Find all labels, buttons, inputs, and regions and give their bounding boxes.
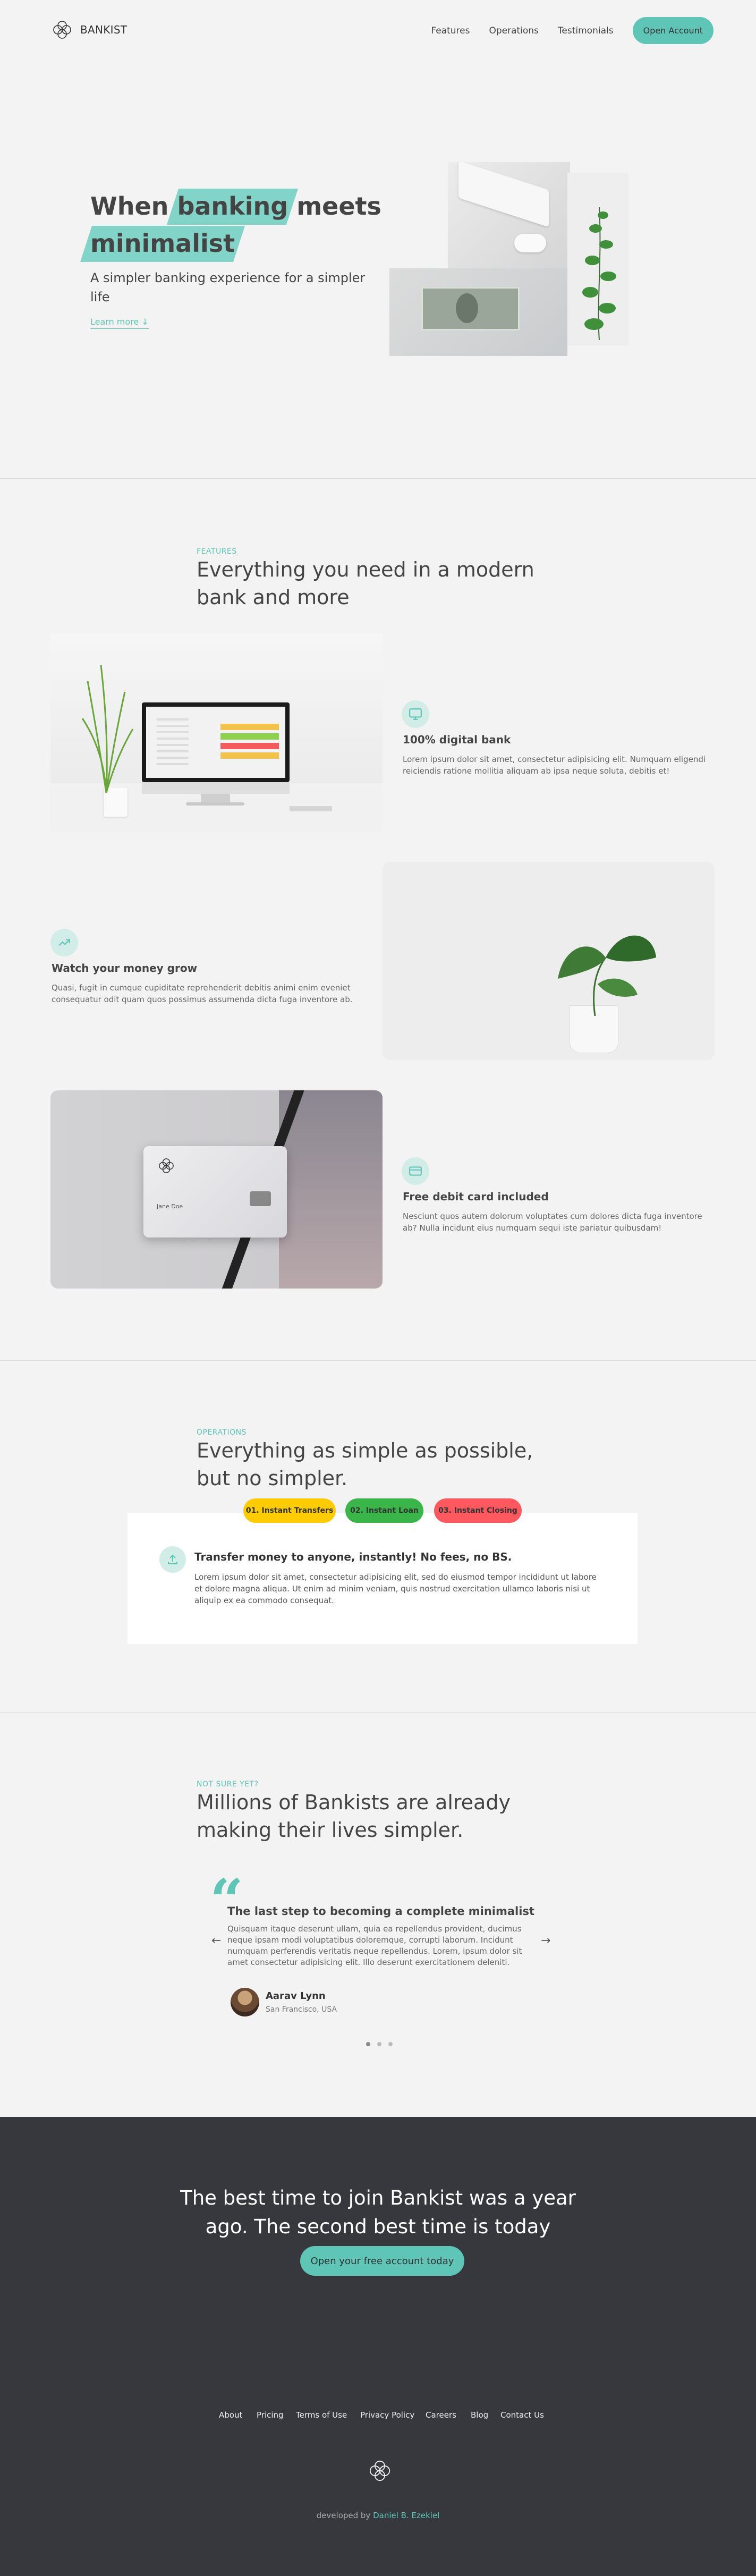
card-holder-name: Jane Doe: [157, 1203, 183, 1210]
footer-link-contact[interactable]: Contact Us: [500, 2410, 544, 2420]
bankist-logo-icon: [53, 21, 71, 39]
operations-label: Operations: [197, 1428, 247, 1437]
logo[interactable]: BANKIST: [50, 18, 127, 41]
slider-dot[interactable]: [377, 2042, 381, 2046]
debit-card-image: Jane Doe: [50, 1090, 383, 1289]
signup-title-line: The best time to join Bankist was a year: [180, 2187, 576, 2209]
feature-text-card: Nesciunt quos autem dolorum voluptates c…: [403, 1211, 702, 1233]
credit-text: developed by: [316, 2511, 373, 2520]
footer-link-pricing[interactable]: Pricing: [257, 2410, 284, 2420]
operation-content-text: Lorem ipsum dolor sit amet, consectetur …: [194, 1572, 597, 1605]
signup-title: The best time to join Bankist was a year…: [0, 2184, 756, 2241]
hero-title-part: meets: [288, 192, 381, 221]
footer-link-privacy[interactable]: Privacy Policy: [360, 2410, 414, 2420]
signup-title-line: ago. The second best time is today: [205, 2215, 551, 2238]
hero-title-part: When: [90, 192, 177, 221]
operation-content-title: Transfer money to anyone, instantly! No …: [194, 1550, 512, 1563]
credit-card-icon: [409, 1166, 422, 1176]
nav-link-features[interactable]: Features: [431, 26, 470, 36]
nav-link-operations[interactable]: Operations: [489, 26, 538, 36]
features-label: Features: [197, 547, 237, 556]
section-divider: [0, 478, 756, 479]
section-divider: [0, 1712, 756, 1713]
logo-text: BANKIST: [80, 23, 128, 36]
testimonial-author: Aarav Lynn: [266, 1990, 326, 2002]
feature-icon-wrapper: [50, 929, 78, 956]
avatar: [231, 1988, 259, 2016]
testimonial-text: Quisquam itaque deserunt ullam, quia ea …: [227, 1924, 522, 1967]
slider-next-button[interactable]: →: [541, 1934, 550, 1947]
feature-text-digital: Lorem ipsum dolor sit amet, consectetur …: [403, 755, 706, 776]
footer-link-blog[interactable]: Blog: [471, 2410, 488, 2420]
footer-link-terms[interactable]: Terms of Use: [296, 2410, 347, 2420]
section-divider: [0, 1360, 756, 1361]
hero-highlight-minimalist: minimalist: [90, 225, 235, 262]
footer-link-about[interactable]: About: [219, 2410, 242, 2420]
top-navigation: BANKIST Features Operations Testimonials…: [0, 0, 756, 63]
hero-image: [389, 159, 628, 356]
nav-link-testimonials[interactable]: Testimonials: [558, 26, 614, 36]
tab-instant-transfers[interactable]: 01. Instant Transfers: [243, 1498, 336, 1523]
testimonial-location: San Francisco, USA: [266, 2005, 337, 2014]
open-account-button[interactable]: Open Account: [632, 17, 713, 44]
footer-credit: developed by Daniel B. Ezekiel: [0, 2511, 756, 2520]
hero-highlight-banking: banking: [177, 188, 288, 225]
feature-title-grow: Watch your money grow: [52, 962, 198, 975]
monitor-icon: [409, 708, 422, 720]
hero-title: When banking meets minimalist: [90, 188, 388, 262]
testimonials-label: Not sure yet?: [197, 1780, 259, 1789]
footer-link-careers[interactable]: Careers: [426, 2410, 456, 2420]
operations-title: Everything as simple as possible, but no…: [197, 1439, 533, 1490]
upload-icon: [168, 1554, 177, 1564]
feature-title-card: Free debit card included: [403, 1190, 549, 1203]
learn-more-link[interactable]: Learn more ↓: [90, 317, 149, 329]
feature-icon-wrapper: [402, 1157, 429, 1185]
digital-bank-image: [50, 633, 383, 832]
tab-instant-loan[interactable]: 02. Instant Loan: [345, 1498, 423, 1523]
open-free-account-button[interactable]: Open your free account today: [300, 2246, 464, 2276]
slider-dot-active[interactable]: [366, 2042, 370, 2046]
trending-up-icon: [58, 939, 70, 946]
slider-prev-button[interactable]: ←: [211, 1934, 221, 1947]
feature-icon-wrapper: [402, 700, 429, 728]
quote-mark: “: [210, 1866, 244, 1935]
features-title: Everything you need in a modern bank and…: [197, 558, 534, 609]
feature-text-grow: Quasi, fugit in cumque cupiditate repreh…: [52, 983, 353, 1004]
hero-subtitle: A simpler banking experience for a simpl…: [90, 270, 366, 304]
grow-image: [383, 862, 715, 1060]
testimonials-title: Millions of Bankists are already making …: [197, 1791, 511, 1842]
footer-logo-icon: [369, 2460, 390, 2481]
testimonial-title: The last step to becoming a complete min…: [227, 1905, 534, 1918]
slider-dot[interactable]: [388, 2042, 393, 2046]
feature-title-digital: 100% digital bank: [403, 733, 511, 746]
tab-instant-closing[interactable]: 03. Instant Closing: [434, 1498, 522, 1523]
operation-icon-wrapper: [159, 1546, 186, 1573]
credit-author-link[interactable]: Daniel B. Ezekiel: [373, 2511, 439, 2520]
